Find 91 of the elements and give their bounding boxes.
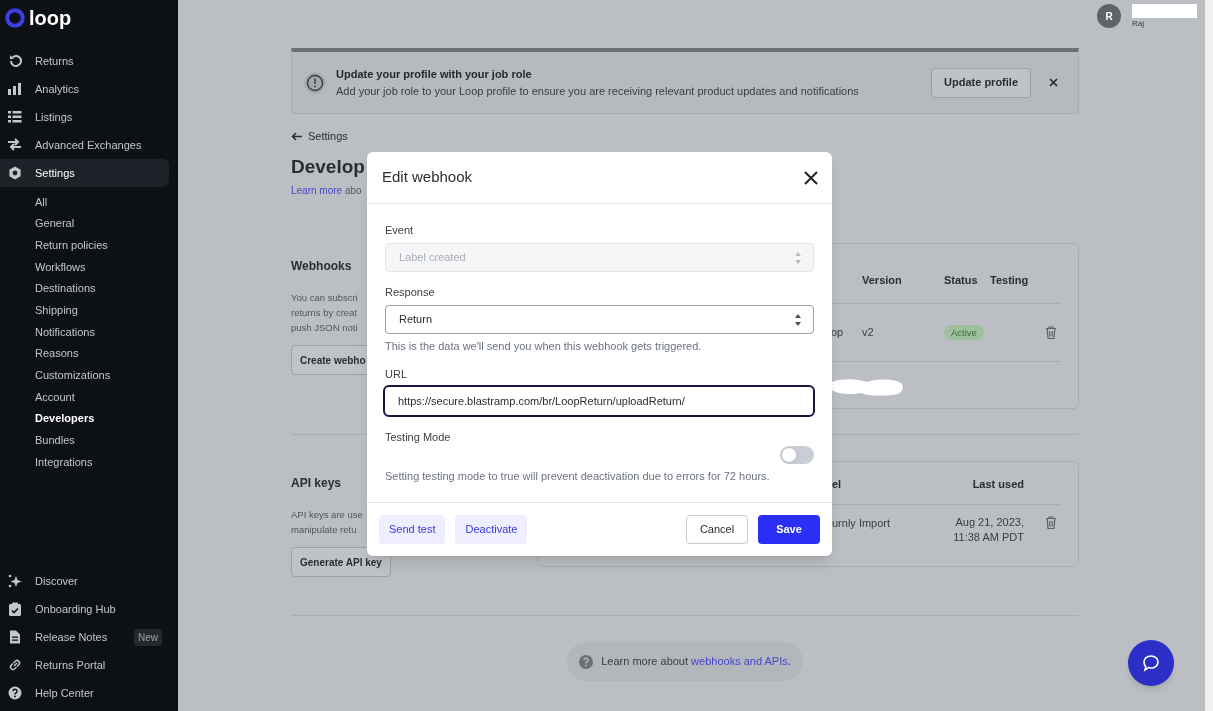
help-text: Setting testing mode to true will prevent deactivation due to errors for 72 hours. — [385, 469, 771, 484]
refresh-icon — [8, 54, 22, 68]
table-cell-text: urnly Import — [832, 516, 891, 531]
column-header: Version — [862, 272, 903, 288]
status-badge: Active — [944, 325, 984, 341]
gear-icon — [8, 166, 22, 180]
back-link[interactable]: Settings — [308, 127, 348, 145]
dialog-button[interactable]: Cancel — [686, 515, 748, 544]
nav-item[interactable]: Analytics — [0, 75, 169, 103]
chat-button[interactable] — [1128, 640, 1174, 686]
help-text: Learn more about webhooks and APIs. — [601, 654, 791, 670]
bar-chart-icon — [8, 82, 22, 96]
close-icon[interactable] — [1049, 78, 1058, 87]
avatar[interactable]: R — [1097, 4, 1121, 28]
column-header: el — [832, 476, 842, 492]
banner-text: Add your job role to your Loop profile to ensure you are receiving relevant product updates and notifications — [336, 83, 859, 99]
trash-icon[interactable] — [1045, 516, 1057, 530]
updown-caret-icon — [794, 312, 802, 327]
description-line: push JSON noti — [291, 321, 358, 335]
dialog-button[interactable]: Send test — [379, 515, 446, 544]
settings-menu-item[interactable]: All — [0, 191, 178, 213]
update-profile-button[interactable]: Update profile — [931, 67, 1031, 98]
nav-item[interactable]: Settings — [0, 159, 169, 187]
table-cell-text: v2 — [862, 325, 875, 341]
document-icon — [8, 630, 22, 644]
settings-menu-item[interactable]: Reasons — [0, 342, 178, 365]
help-text: This is the data we'll send you when this webhook gets triggered. — [385, 339, 703, 354]
section-title: API keys — [291, 475, 342, 491]
dialog-button[interactable]: Save — [758, 515, 820, 544]
help-icon — [579, 654, 594, 669]
clipboard-check-icon — [8, 602, 22, 616]
field-label: Response — [385, 285, 436, 300]
settings-menu-item[interactable]: Destinations — [0, 277, 178, 300]
description-line: manipulate retu — [291, 523, 357, 537]
table-cell-text: Aug 21, 2023, 11:38 AM PDT — [952, 515, 1024, 545]
settings-menu-item[interactable]: Shipping — [0, 299, 178, 322]
nav-item[interactable]: Help Center — [35, 684, 94, 702]
back-arrow-icon — [291, 131, 302, 141]
chat-bubble-icon — [1142, 654, 1160, 672]
list-icon — [8, 110, 22, 124]
learn-more-link[interactable]: Learn more — [291, 185, 343, 196]
intro-text: Learn more abo — [291, 184, 362, 198]
help-icon — [8, 686, 22, 700]
logo-ring-icon — [5, 8, 25, 28]
settings-menu-item[interactable]: Account — [0, 386, 178, 408]
nav-item[interactable]: Advanced Exchanges — [0, 131, 169, 159]
nav-item[interactable]: Release Notes — [35, 628, 108, 646]
field-label: Event — [385, 223, 415, 238]
settings-menu-item[interactable]: Developers — [0, 407, 178, 430]
trash-icon[interactable] — [1045, 325, 1057, 340]
sparkle-icon — [8, 574, 22, 588]
dialog-title: Edit webhook — [382, 167, 473, 188]
settings-menu-item[interactable]: General — [0, 212, 178, 235]
toggle-switch[interactable] — [780, 446, 814, 464]
new-badge: New — [134, 628, 162, 646]
description-line: API keys are use — [291, 508, 363, 522]
updown-caret-icon — [794, 250, 802, 265]
select-field[interactable]: Return — [385, 305, 814, 334]
description-line: You can subscri — [291, 291, 358, 305]
redaction-mark — [1132, 4, 1197, 18]
settings-menu-item[interactable]: Workflows — [0, 256, 178, 278]
settings-menu-item[interactable]: Return policies — [0, 234, 178, 257]
field-label: URL — [385, 367, 408, 382]
alert-icon — [304, 71, 326, 94]
settings-menu-item[interactable]: Bundles — [0, 429, 178, 452]
nav-item[interactable]: Returns — [0, 47, 169, 75]
nav-item[interactable]: Discover — [35, 572, 78, 590]
close-icon[interactable] — [804, 170, 818, 185]
url-field[interactable]: https://secure.blastramp.com/br/LoopReturn/uploadReturn/ — [383, 385, 815, 417]
nav-item[interactable]: Onboarding Hub — [35, 600, 116, 618]
link-icon — [8, 658, 22, 672]
swap-arrows-icon — [8, 138, 22, 152]
column-header: Last used — [972, 476, 1024, 492]
field-label: Testing Mode — [385, 430, 452, 445]
nav-item[interactable]: Returns Portal — [35, 656, 106, 674]
user-name: Raj — [1132, 18, 1145, 30]
column-header: Testing — [990, 272, 1030, 288]
page-title: Develop — [291, 155, 365, 179]
section-title: Webhooks — [291, 258, 352, 274]
column-header: Status — [944, 272, 979, 288]
settings-menu-item[interactable]: Notifications — [0, 321, 178, 343]
logo-text: loop — [29, 8, 72, 28]
nav-item[interactable]: Listings — [0, 103, 169, 131]
section-button[interactable]: Generate API key — [291, 547, 391, 577]
table-cell-text: op — [831, 325, 844, 341]
description-line: returns by creat — [291, 306, 357, 320]
webhooks-apis-link[interactable]: webhooks and APIs — [691, 655, 788, 668]
settings-menu-item[interactable]: Integrations — [0, 451, 178, 473]
dialog-button[interactable]: Deactivate — [455, 515, 528, 544]
settings-menu-item[interactable]: Customizations — [0, 364, 178, 387]
banner-title: Update your profile with your job role — [336, 67, 533, 82]
